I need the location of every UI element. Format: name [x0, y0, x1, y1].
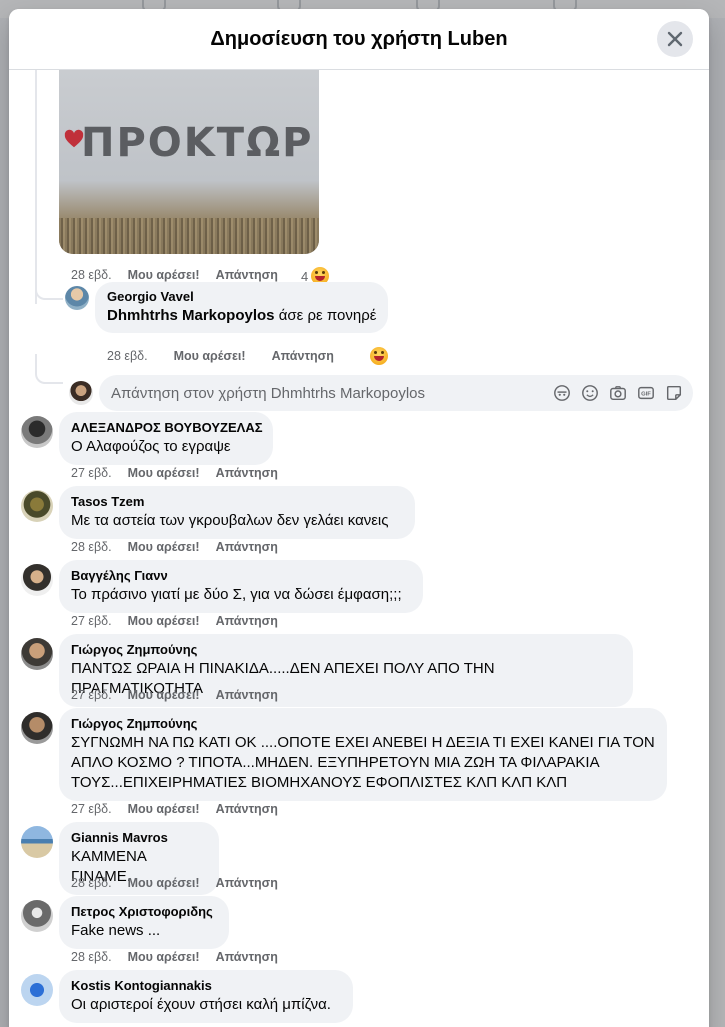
comment-time[interactable]: 27 εβδ.	[71, 688, 112, 702]
comment-time[interactable]: 28 εβδ.	[71, 950, 112, 964]
comment-meta: 27 εβδ. Μου αρέσει! Απάντηση	[71, 614, 278, 628]
reply-button[interactable]: Απάντηση	[272, 349, 334, 363]
comment-author[interactable]: ΑΛΕΞΑΝΔΡΟΣ ΒΟΥΒΟΥΖΕΛΑΣ	[71, 420, 263, 435]
comment-text: Dhmhtrhs Markopoylos άσε ρε πονηρέ	[107, 306, 376, 326]
comment-text: Fake news ...	[71, 922, 161, 939]
reply-button[interactable]: Απάντηση	[216, 688, 278, 702]
emoji-icon[interactable]	[581, 384, 599, 402]
avatar[interactable]	[21, 564, 53, 596]
comment-author[interactable]: Georgio Vavel	[107, 289, 376, 304]
reply-button[interactable]: Απάντηση	[216, 950, 278, 964]
avatar[interactable]	[21, 974, 53, 1006]
like-button[interactable]: Μου αρέσει!	[128, 950, 200, 964]
reply-input[interactable]: Απάντηση στον χρήστη Dhmhtrhs Markopoylo…	[99, 375, 693, 411]
thread-line	[35, 70, 37, 304]
comment-meta: 28 εβδ. Μου αρέσει! Απάντηση	[71, 950, 278, 964]
comment-time[interactable]: 27 εβδ.	[71, 614, 112, 628]
like-button[interactable]: Μου αρέσει!	[128, 268, 200, 282]
camera-icon[interactable]	[609, 384, 627, 402]
avatar[interactable]	[21, 638, 53, 670]
reply-placeholder: Απάντηση στον χρήστη Dhmhtrhs Markopoylo…	[111, 384, 425, 402]
thread-curve	[35, 354, 63, 384]
avatar[interactable]	[21, 900, 53, 932]
current-user-avatar[interactable]	[69, 381, 93, 405]
like-button[interactable]: Μου αρέσει!	[128, 614, 200, 628]
reply-button[interactable]: Απάντηση	[216, 268, 278, 282]
sticker-icon[interactable]	[665, 384, 683, 402]
comment-meta: 28 εβδ. Μου αρέσει! Απάντηση	[71, 540, 278, 554]
comment-bubble: Kostis Kontogiannakis Οι αριστεροί έχουν …	[59, 970, 353, 1023]
image-comment-meta: 28 εβδ. Μου αρέσει! Απάντηση	[71, 268, 278, 282]
reply-button[interactable]: Απάντηση	[216, 876, 278, 890]
avatar[interactable]	[65, 286, 89, 310]
mention-link[interactable]: Dhmhtrhs Markopoylos	[107, 307, 275, 324]
svg-text:GIF: GIF	[641, 392, 651, 398]
image-grass	[59, 218, 319, 254]
like-button[interactable]: Μου αρέσει!	[128, 688, 200, 702]
modal-header: Δημοσίευση του χρήστη Luben	[9, 9, 709, 70]
reply-input-tools: GIF	[553, 384, 693, 402]
haha-emoji-icon	[370, 347, 388, 365]
post-modal: Δημοσίευση του χρήστη Luben ΠΡΟΚΤΩΡ 28 ε…	[9, 9, 709, 1027]
gif-icon[interactable]: GIF	[637, 384, 655, 402]
comment-text: Οι αριστεροί έχουν στήσει καλή μπίζνα.	[71, 996, 331, 1013]
comment-image[interactable]: ΠΡΟΚΤΩΡ	[59, 70, 319, 254]
comment-author[interactable]: Πετρος Χριστοφοριδης	[71, 904, 217, 919]
avatar[interactable]	[21, 416, 53, 448]
comment-author[interactable]: Tasos Tzem	[71, 494, 403, 509]
comment-time[interactable]: 28 εβδ.	[71, 876, 112, 890]
reply-button[interactable]: Απάντηση	[216, 540, 278, 554]
comment-text: Ο Αλαφούζος το εγραψε	[71, 438, 231, 455]
comment-bubble: Γιώργος Ζημπούνης ΣΥΓΝΩΜΗ ΝΑ ΠΩ ΚΑΤΙ ΟΚ .…	[59, 708, 667, 801]
reaction-summary[interactable]	[370, 347, 388, 365]
reply-button[interactable]: Απάντηση	[216, 614, 278, 628]
avatar[interactable]	[21, 712, 53, 744]
reply-text: άσε ρε πονηρέ	[274, 307, 377, 324]
comment-time[interactable]: 27 εβδ.	[71, 802, 112, 816]
close-button[interactable]	[657, 21, 693, 57]
comment-time[interactable]: 28 εβδ.	[107, 349, 148, 363]
comment-author[interactable]: Γιώργος Ζημπούνης	[71, 716, 655, 731]
comment-author[interactable]: Γιώργος Ζημπούνης	[71, 642, 621, 657]
comment-time[interactable]: 27 εβδ.	[71, 466, 112, 480]
comment-text: ΣΥΓΝΩΜΗ ΝΑ ΠΩ ΚΑΤΙ ΟΚ ....ΟΠΟΤΕ ΕΧΕΙ ΑΝΕ…	[71, 734, 655, 791]
comment-bubble: Πετρος Χριστοφοριδης Fake news ...	[59, 896, 229, 949]
reply-button[interactable]: Απάντηση	[216, 802, 278, 816]
close-icon	[667, 31, 683, 47]
comment-author[interactable]: Giannis Mavros	[71, 830, 207, 845]
reply-meta: 28 εβδ. Μου αρέσει! Απάντηση	[107, 349, 334, 363]
comment-time[interactable]: 28 εβδ.	[71, 540, 112, 554]
avatar[interactable]	[21, 826, 53, 858]
comment-bubble: Tasos Tzem Με τα αστεία των γκρουβαλων δε…	[59, 486, 415, 539]
comment-bubble: ΑΛΕΞΑΝΔΡΟΣ ΒΟΥΒΟΥΖΕΛΑΣ Ο Αλαφούζος το εγρ…	[59, 412, 273, 465]
reply-button[interactable]: Απάντηση	[216, 466, 278, 480]
like-button[interactable]: Μου αρέσει!	[128, 876, 200, 890]
comment-author[interactable]: Βαγγέλης Γιανν	[71, 568, 411, 583]
comment-text: Το πράσινο γιατί με δύο Σ, για να δώσει …	[71, 586, 402, 603]
reply-bubble: Georgio Vavel Dhmhtrhs Markopoylos άσε ρ…	[95, 282, 389, 333]
image-sign-text: ΠΡΟΚΤΩΡ	[81, 120, 314, 166]
comment-meta: 27 εβδ. Μου αρέσει! Απάντηση	[71, 466, 278, 480]
comment-time[interactable]: 28 εβδ.	[71, 268, 112, 282]
comment-bubble: Βαγγέλης Γιανν Το πράσινο γιατί με δύο Σ,…	[59, 560, 423, 613]
modal-title: Δημοσίευση του χρήστη Luben	[210, 27, 508, 50]
like-button[interactable]: Μου αρέσει!	[174, 349, 246, 363]
thread-curve	[35, 270, 63, 300]
like-button[interactable]: Μου αρέσει!	[128, 802, 200, 816]
comment-meta: 28 εβδ. Μου αρέσει! Απάντηση	[71, 876, 278, 890]
comment-meta: 27 εβδ. Μου αρέσει! Απάντηση	[71, 688, 278, 702]
avatar-icon[interactable]	[553, 384, 571, 402]
like-button[interactable]: Μου αρέσει!	[128, 466, 200, 480]
comments-area: ΠΡΟΚΤΩΡ 28 εβδ. Μου αρέσει! Απάντηση 4 G…	[9, 70, 709, 1027]
like-button[interactable]: Μου αρέσει!	[128, 540, 200, 554]
comment-text: Με τα αστεία των γκρουβαλων δεν γελάει κ…	[71, 512, 389, 529]
comment-meta: 27 εβδ. Μου αρέσει! Απάντηση	[71, 802, 278, 816]
comment-author[interactable]: Kostis Kontogiannakis	[71, 978, 341, 993]
avatar[interactable]	[21, 490, 53, 522]
